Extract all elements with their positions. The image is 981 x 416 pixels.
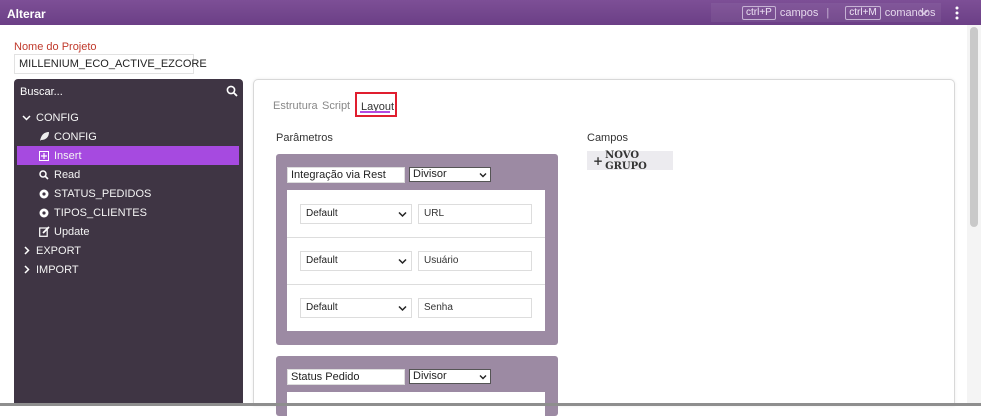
tree-node-label: IMPORT [36, 263, 79, 276]
tree-leaf-insert[interactable]: Insert [17, 146, 239, 165]
campos-title: Campos [587, 132, 628, 144]
tree-leaf-label: Update [54, 225, 90, 238]
plus-icon: + [593, 153, 604, 168]
search-icon [38, 169, 50, 181]
edit-icon [38, 226, 50, 238]
chevron-right-icon[interactable] [20, 264, 32, 276]
field-divider [287, 284, 545, 285]
tree-node-export[interactable]: EXPORT [20, 241, 81, 260]
field-divider [287, 237, 545, 238]
field-value-input[interactable]: Senha [418, 298, 532, 318]
tree-leaf-label: STATUS_PEDIDOS [54, 187, 152, 200]
field-mode-value: Default [306, 208, 338, 219]
scrollbar-thumb[interactable] [970, 27, 978, 227]
tree-leaf-tipos-clientes[interactable]: TIPOS_CLIENTES [38, 203, 147, 222]
field-value-input[interactable]: Usuário [418, 251, 532, 271]
field-mode-select[interactable]: Default [300, 251, 412, 271]
command-bar[interactable]: ctrl+P campos | ctrl+M comandos [711, 3, 941, 22]
chevron-down-icon [479, 375, 487, 380]
chevron-down-icon[interactable] [20, 112, 32, 124]
group-name-input[interactable]: Status Pedido [287, 369, 405, 385]
chevron-down-icon [398, 258, 407, 265]
title-bar: Alterar ctrl+P campos | ctrl+M comandos [0, 0, 981, 25]
novo-grupo-button[interactable]: + NOVO GRUPO [587, 149, 673, 172]
chevron-down-icon [398, 211, 407, 218]
param-group: Status Pedido Divisor [276, 356, 558, 416]
chevron-down-icon [479, 173, 487, 178]
plus-square-icon [38, 150, 50, 162]
active-tab-indicator [360, 111, 390, 113]
group-type-select[interactable]: Divisor [409, 167, 491, 182]
chevron-down-icon [398, 305, 407, 312]
group-type-select[interactable]: Divisor [409, 369, 491, 384]
leaf-icon [38, 131, 50, 143]
editor-panel: Estrutura Script Layout Parâmetros Campo… [253, 79, 955, 416]
window-title: Alterar [7, 7, 46, 21]
tree-node-label: EXPORT [36, 244, 82, 257]
group-name-input[interactable]: Integração via Rest [287, 167, 405, 183]
shortcut-commands-key: ctrl+M [845, 5, 881, 20]
tree-leaf-label: Read [54, 168, 81, 181]
more-vertical-icon[interactable] [950, 5, 964, 21]
field-mode-select[interactable]: Default [300, 204, 412, 224]
group-type-value: Divisor [413, 168, 447, 180]
tree-leaf-label: CONFIG [54, 130, 97, 143]
shortcut-fields-key: ctrl+P [742, 5, 776, 20]
tree-leaf-config[interactable]: CONFIG [38, 127, 97, 146]
tree-leaf-status-pedidos[interactable]: STATUS_PEDIDOS [38, 184, 151, 203]
tree-node-config[interactable]: CONFIG [20, 108, 79, 127]
search-icon[interactable] [226, 85, 238, 97]
field-mode-select[interactable]: Default [300, 298, 412, 318]
search-input[interactable]: Buscar... [20, 86, 63, 98]
chevron-right-icon[interactable] [20, 245, 32, 257]
tree-leaf-label: Insert [54, 149, 82, 162]
shortcut-fields-label[interactable]: campos [780, 7, 819, 19]
tree-leaf-read[interactable]: Read [38, 165, 80, 184]
command-bar-separator: | [826, 6, 830, 19]
group-fields: Default URL Default Usuário Default Senh… [287, 190, 545, 331]
gear-icon [38, 207, 50, 219]
parametros-title: Parâmetros [276, 132, 333, 144]
param-group: Integração via Rest Divisor Default URL … [276, 154, 558, 345]
field-mode-value: Default [306, 302, 338, 313]
tree-node-label: CONFIG [36, 111, 79, 124]
sidebar: Buscar... CONFIG CONFIG Insert Read STAT… [14, 79, 243, 406]
tab-estrutura[interactable]: Estrutura [273, 100, 318, 112]
novo-grupo-label: NOVO GRUPO [605, 149, 647, 172]
tab-layout[interactable]: Layout [355, 92, 397, 117]
chevron-down-icon[interactable] [918, 6, 930, 18]
tab-script[interactable]: Script [322, 100, 350, 112]
sidebar-search[interactable]: Buscar... [14, 79, 243, 104]
field-mode-value: Default [306, 255, 338, 266]
tree-node-import[interactable]: IMPORT [20, 260, 79, 279]
tree-leaf-update[interactable]: Update [38, 222, 89, 241]
gear-icon [38, 188, 50, 200]
project-name-label: Nome do Projeto [14, 41, 97, 53]
project-name-input[interactable]: MILLENIUM_ECO_ACTIVE_EZCORE [14, 54, 207, 74]
tree-leaf-label: TIPOS_CLIENTES [54, 206, 147, 219]
group-type-value: Divisor [413, 370, 447, 382]
page-scrollbar[interactable] [967, 25, 981, 406]
field-value-input[interactable]: URL [418, 204, 532, 224]
